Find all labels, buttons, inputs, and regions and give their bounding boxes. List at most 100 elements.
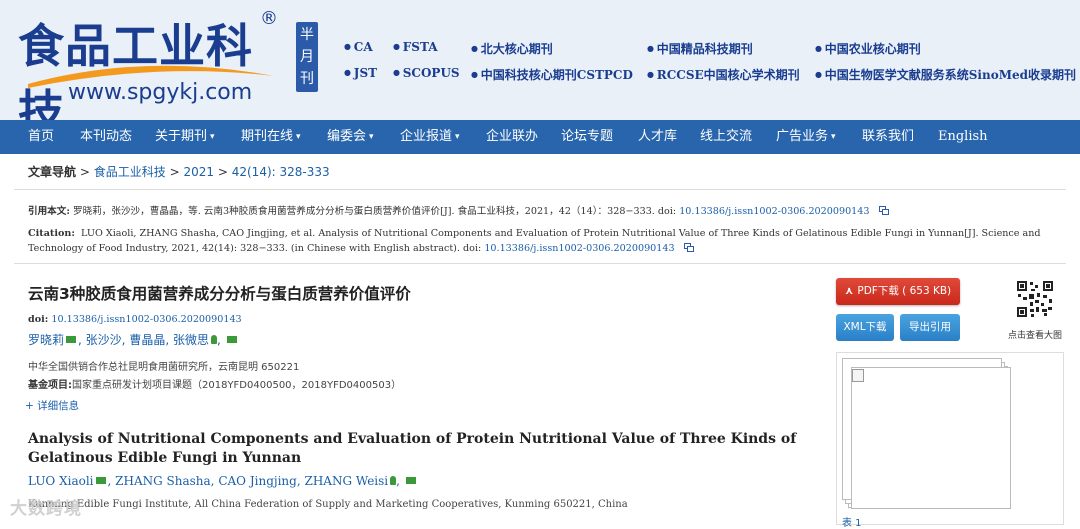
- chevron-down-icon: ▾: [831, 132, 836, 142]
- affiliation-en: Kunming Edible Fungi Institute, All Chin…: [28, 499, 628, 510]
- nav-about-label: 关于期刊: [155, 129, 208, 144]
- frequency-char: 半: [300, 27, 314, 43]
- author-link[interactable]: 曹晶晶: [129, 333, 165, 347]
- corresponding-author-icon: [390, 476, 397, 485]
- index-cstpcd: 中国科技核心期刊CSTPCD: [471, 66, 633, 83]
- pdf-icon: ⋏: [844, 285, 854, 297]
- doi-label: doi:: [28, 314, 49, 325]
- export-citation-button[interactable]: 导出引用: [900, 314, 960, 341]
- figure-caption-link[interactable]: 表 1: [842, 514, 862, 529]
- qr-label: 点击查看大图: [1008, 331, 1063, 341]
- nav-ads[interactable]: 广告业务 ▾: [776, 120, 836, 154]
- fund-text: 国家重点研发计划项目课题（2018YFD0400500，2018YFD04005…: [72, 380, 402, 391]
- author-link[interactable]: 罗晓莉: [28, 333, 64, 347]
- registered-mark: ®: [260, 8, 278, 29]
- chevron-down-icon: ▾: [455, 132, 460, 142]
- copy-icon[interactable]: [683, 243, 695, 252]
- author-link[interactable]: 张沙沙: [86, 333, 122, 347]
- citation-en-label: Citation:: [28, 228, 75, 239]
- authors-en: LUO Xiaoli, ZHANG Shasha, CAO Jingjing, …: [28, 474, 418, 488]
- broken-image-icon: [852, 369, 864, 382]
- frequency-badge: 半月刊: [296, 22, 318, 92]
- nav-talent[interactable]: 人才库: [638, 120, 677, 154]
- citation-cn: 引用本文: 罗晓莉，张沙沙，曹晶晶，等. 云南3种胶质食用菌营养成分分析与蛋白质…: [28, 204, 1068, 219]
- qr-code-icon[interactable]: [1016, 280, 1054, 318]
- nav-forum[interactable]: 论坛专题: [561, 120, 613, 154]
- frequency-char: 月: [300, 49, 314, 65]
- nav-report-label: 企业报道: [400, 129, 453, 144]
- index-jst: JST: [344, 66, 377, 80]
- pdf-download-button[interactable]: ⋏ PDF下载 ( 653 KB): [836, 278, 960, 305]
- journal-logo[interactable]: 食品工业科技 ® www.spgykj.com: [18, 8, 288, 139]
- watermark-logo: 大数跨境: [10, 499, 82, 519]
- mail-icon[interactable]: [95, 477, 106, 484]
- details-toggle[interactable]: + 详细信息: [25, 398, 79, 413]
- author-link[interactable]: ZHANG Weisi: [304, 474, 388, 488]
- nav-english[interactable]: English: [938, 120, 988, 154]
- fund-label: 基金项目:: [28, 380, 72, 391]
- citation-cn-text: 罗晓莉，张沙沙，曹晶晶，等. 云南3种胶质食用菌营养成分分析与蛋白质营养价值评价…: [72, 206, 677, 217]
- article-title-en: Analysis of Nutritional Components and E…: [28, 431, 797, 466]
- authors-cn: 罗晓莉, 张沙沙, 曹晶晶, 张微思,: [28, 331, 239, 348]
- author-link[interactable]: CAO Jingjing: [218, 474, 297, 488]
- index-quality-journal: 中国精品科技期刊: [647, 40, 753, 57]
- fund-info: 基金项目:国家重点研发计划项目课题（2018YFD0400500，2018YFD…: [28, 376, 401, 391]
- chevron-down-icon: ▾: [296, 132, 301, 142]
- chevron-down-icon: ▾: [210, 132, 215, 142]
- xml-download-button[interactable]: XML下载: [836, 314, 894, 341]
- divider: [14, 189, 1066, 190]
- frequency-text: 半月刊: [296, 24, 318, 90]
- nav-online-exchange[interactable]: 线上交流: [700, 120, 752, 154]
- breadcrumb-issue[interactable]: 42(14): 328-333: [232, 165, 330, 179]
- author-link[interactable]: ZHANG Shasha: [115, 474, 211, 488]
- citation-cn-label: 引用本文:: [28, 206, 70, 217]
- main-nav: 首页 本刊动态 关于期刊 ▾ 期刊在线 ▾ 编委会 ▾ 企业报道 ▾ 企业联办 论坛专题…: [0, 120, 1080, 154]
- mail-icon[interactable]: [405, 477, 416, 484]
- nav-enterprise-joint[interactable]: 企业联办: [486, 120, 538, 154]
- corresponding-author-icon: [210, 335, 217, 344]
- breadcrumb-journal[interactable]: 食品工业科技: [94, 165, 166, 179]
- mail-icon[interactable]: [66, 336, 77, 343]
- nav-home[interactable]: 首页: [28, 120, 54, 154]
- divider: [14, 263, 1066, 264]
- copy-icon[interactable]: [878, 206, 890, 215]
- affiliation-cn: 中华全国供销合作总社昆明食用菌研究所，云南昆明 650221: [28, 362, 300, 373]
- frequency-char: 刊: [300, 71, 314, 87]
- citation-en-doi[interactable]: 10.13386/j.issn1002-0306.2020090143: [484, 243, 674, 254]
- citation-cn-doi[interactable]: 10.13386/j.issn1002-0306.2020090143: [679, 206, 869, 217]
- pdf-download-label: PDF下载 ( 653 KB): [857, 285, 952, 297]
- nav-about[interactable]: 关于期刊 ▾: [155, 120, 215, 154]
- nav-online[interactable]: 期刊在线 ▾: [241, 120, 301, 154]
- figure-thumbnail-front[interactable]: [851, 367, 1011, 509]
- breadcrumb-year[interactable]: 2021: [183, 165, 214, 179]
- nav-enterprise-report[interactable]: 企业报道 ▾: [400, 120, 460, 154]
- index-scopus: SCOPUS: [393, 66, 460, 80]
- breadcrumb: 文章导航 > 食品工业科技 > 2021 > 42(14): 328-333: [28, 163, 330, 180]
- index-rccse: RCCSE中国核心学术期刊: [647, 66, 800, 83]
- nav-news[interactable]: 本刊动态: [80, 120, 132, 154]
- breadcrumb-sep: >: [217, 165, 228, 179]
- nav-editorial-board[interactable]: 编委会 ▾: [327, 120, 374, 154]
- breadcrumb-sep: >: [79, 165, 90, 179]
- index-fsta: FSTA: [393, 40, 438, 54]
- doi-link[interactable]: 10.13386/j.issn1002-0306.2020090143: [51, 314, 241, 325]
- nav-ads-label: 广告业务: [776, 129, 829, 144]
- breadcrumb-label: 文章导航: [28, 165, 77, 179]
- citation-en: Citation: LUO Xiaoli, ZHANG Shasha, CAO …: [28, 226, 1068, 256]
- chevron-down-icon: ▾: [369, 132, 374, 142]
- mail-icon[interactable]: [226, 336, 237, 343]
- index-agri-core: 中国农业核心期刊: [815, 40, 921, 57]
- logo-url: www.spgykj.com: [68, 80, 253, 105]
- nav-board-label: 编委会: [327, 129, 367, 144]
- index-ca: CA: [344, 40, 373, 54]
- article-doi: doi: 10.13386/j.issn1002-0306.2020090143: [28, 314, 242, 325]
- nav-online-label: 期刊在线: [241, 129, 294, 144]
- article-title: 云南3种胶质食用菌营养成分分析与蛋白质营养价值评价: [28, 285, 411, 303]
- index-pku-core: 北大核心期刊: [471, 40, 553, 57]
- site-header: 食品工业科技 ® www.spgykj.com 半月刊 CA FSTA 北大核心…: [0, 0, 1080, 139]
- author-link[interactable]: LUO Xiaoli: [28, 474, 94, 488]
- author-link[interactable]: 张微思: [173, 333, 209, 347]
- nav-contact[interactable]: 联系我们: [862, 120, 914, 154]
- index-sinomed: 中国生物医学文献服务系统SinoMed收录期刊: [815, 66, 1076, 83]
- breadcrumb-sep: >: [169, 165, 180, 179]
